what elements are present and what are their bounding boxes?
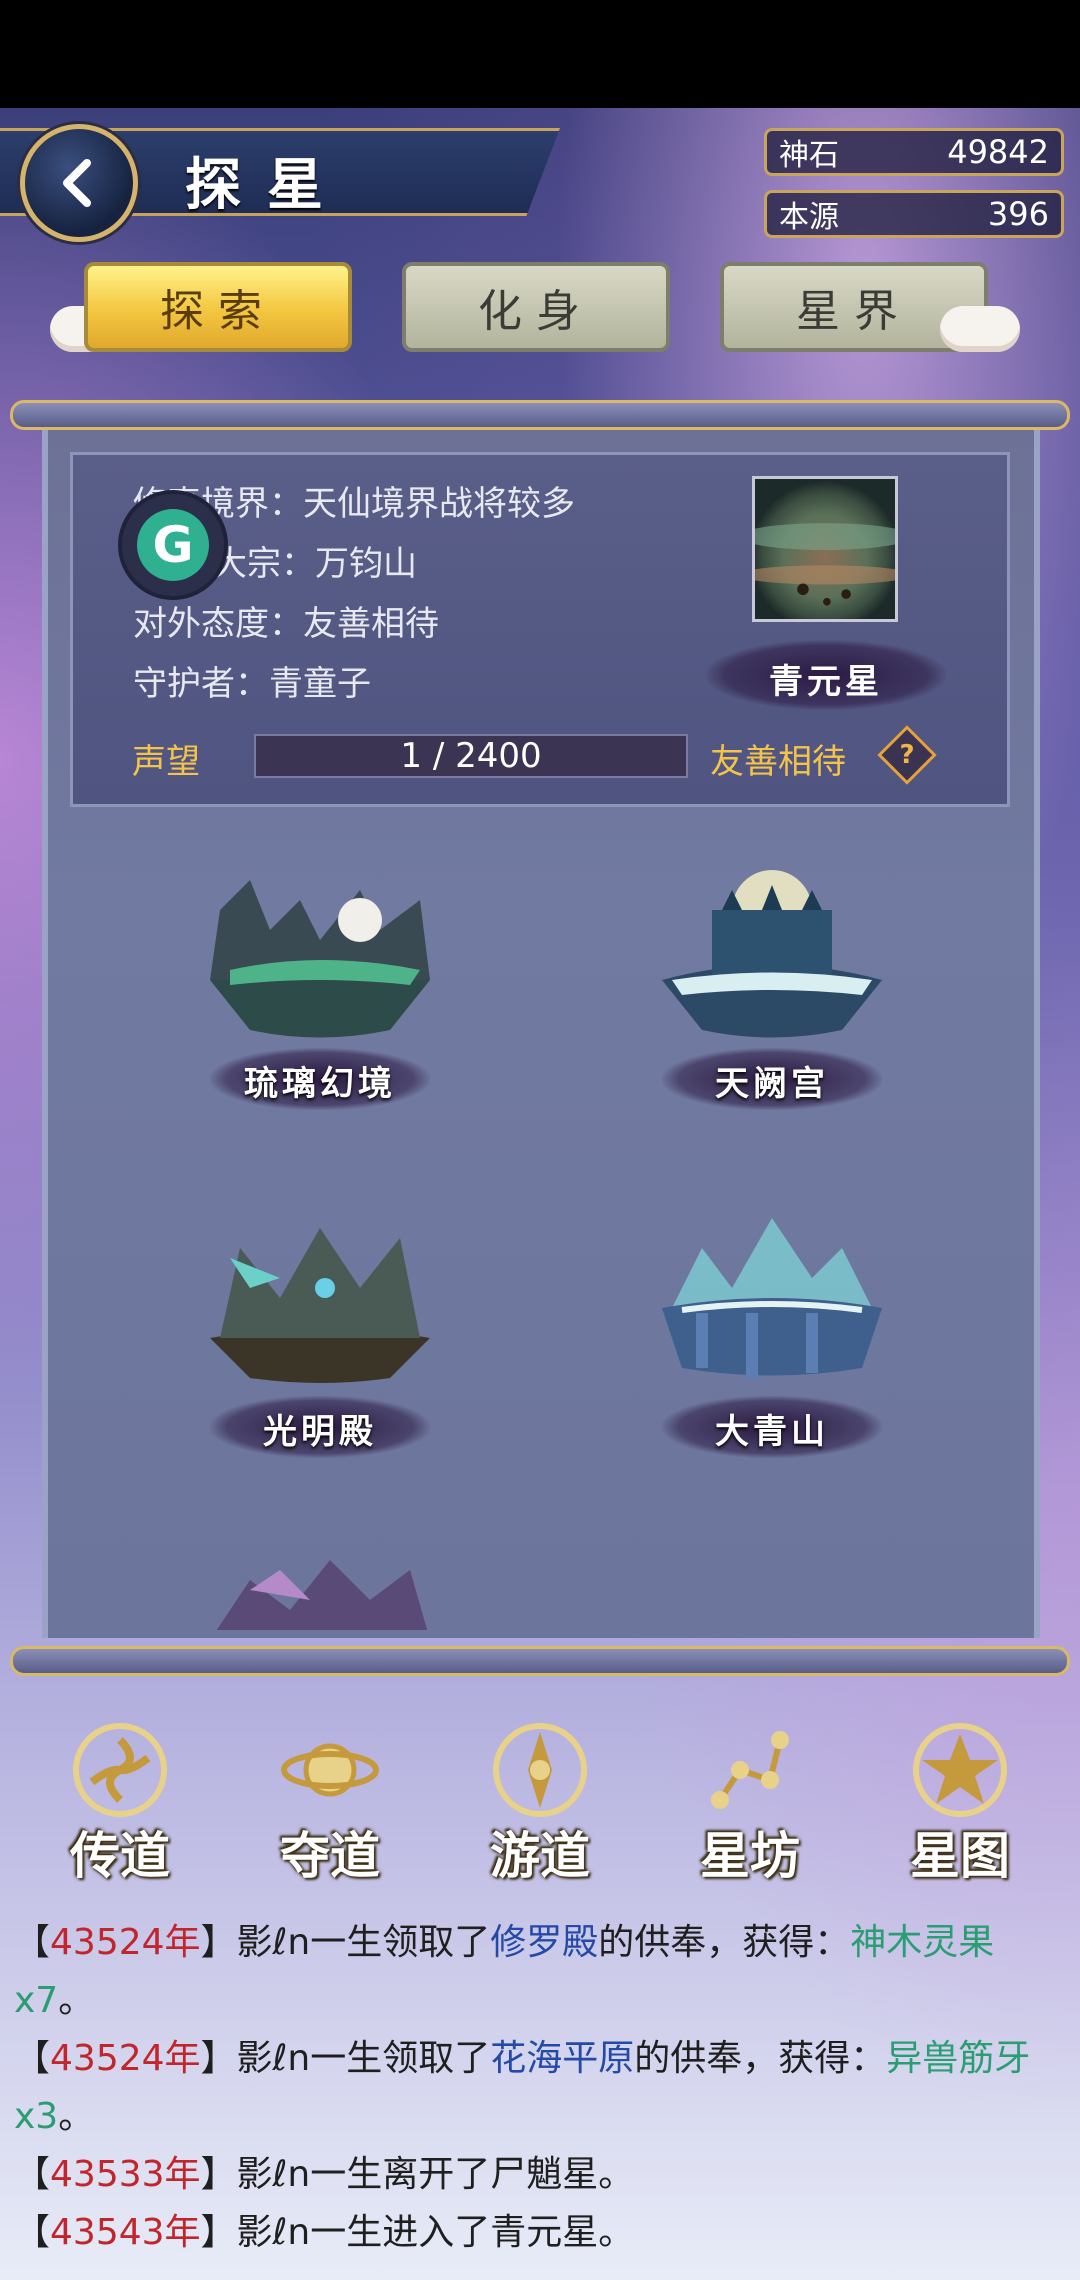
compass-icon <box>493 1723 587 1817</box>
planet-image <box>752 476 898 622</box>
event-log: 【43524年】影ℓn一生领取了修罗殿的供奉，获得：神木灵果x7。 【43524… <box>14 1914 1064 2262</box>
cloud-decoration <box>940 306 1020 352</box>
log-entry: 【43524年】影ℓn一生领取了修罗殿的供奉，获得：神木灵果x7。 <box>14 1922 995 2021</box>
location-daqing[interactable]: 大青山 <box>622 1178 922 1458</box>
floating-island-icon <box>662 870 882 1038</box>
location-label: 天阙宫 <box>715 1064 829 1104</box>
log-year: 43524年 <box>50 2038 201 2079</box>
reputation-bar: 1 / 2400 <box>254 734 688 778</box>
location-tianque[interactable]: 天阙宫 <box>622 830 922 1110</box>
triskelion-icon <box>73 1723 167 1817</box>
location-liuli[interactable]: 琉璃幻境 <box>170 830 470 1110</box>
info-guardian: 守护者：青童子 <box>133 664 371 704</box>
log-year: 43524年 <box>50 1922 201 1963</box>
app-root: 探星 神石 49842 本源 396 探索 化身 星界 修真境界：天仙境界战将较… <box>0 0 1080 2280</box>
nav-label: 星图 <box>910 1826 1010 1885</box>
info-attitude: 对外态度：友善相待 <box>133 604 439 644</box>
info-sect: 大宗：万钧山 <box>213 544 417 584</box>
reputation-value: 1 / 2400 <box>400 736 542 776</box>
status-bar <box>0 0 1080 108</box>
tab-explore[interactable]: 探索 <box>84 262 352 352</box>
currency-label: 本源 <box>779 200 839 235</box>
log-place: 修罗殿 <box>490 1922 599 1963</box>
planet-icon <box>755 523 895 606</box>
location-label: 光明殿 <box>263 1412 377 1452</box>
location-guangming[interactable]: 光明殿 <box>170 1178 470 1458</box>
log-entry: 【43533年】影ℓn一生离开了尸魈星。 <box>14 2154 635 2195</box>
nav-xingfang[interactable]: 星坊 <box>680 1720 820 1890</box>
log-entry: 【43524年】影ℓn一生领取了花海平原的供奉，获得：异兽筋牙x3。 <box>14 2038 1031 2137</box>
star-map-icon <box>913 1723 1007 1817</box>
location-label: 大青山 <box>715 1412 829 1452</box>
nav-label: 游道 <box>490 1826 590 1885</box>
scroll-rod-bottom <box>10 1646 1070 1676</box>
nav-label: 传道 <box>70 1826 170 1885</box>
currency-value: 396 <box>987 195 1049 233</box>
currency-shenshi: 神石 49842 <box>764 128 1064 176</box>
scroll-rod-top <box>10 400 1070 430</box>
log-year: 43543年 <box>50 2212 201 2253</box>
floating-g-badge[interactable]: G <box>118 490 228 600</box>
tab-avatar[interactable]: 化身 <box>402 262 670 352</box>
currency-benyuan: 本源 396 <box>764 190 1064 238</box>
nav-label: 夺道 <box>280 1826 380 1885</box>
nav-youdao[interactable]: 游道 <box>470 1720 610 1890</box>
floating-island-icon <box>662 1218 882 1378</box>
question-mark: ? <box>899 740 915 770</box>
floating-island-icon <box>210 880 430 1038</box>
currency-label: 神石 <box>779 138 839 173</box>
g-logo-icon: G <box>137 509 209 581</box>
nav-chuandao[interactable]: 传道 <box>50 1720 190 1890</box>
planet-name: 青元星 <box>769 662 883 702</box>
page-title: 探星 <box>185 152 349 218</box>
nav-label: 星坊 <box>700 1826 800 1885</box>
nav-duodao[interactable]: 夺道 <box>260 1720 400 1890</box>
log-year: 43533年 <box>50 2154 201 2195</box>
back-button[interactable] <box>20 124 138 242</box>
floating-island-icon <box>210 1228 430 1383</box>
log-place: 花海平原 <box>490 2038 635 2079</box>
reputation-status: 友善相待 <box>710 742 846 782</box>
nav-xingtu[interactable]: 星图 <box>890 1720 1030 1890</box>
orbit-icon <box>281 1743 379 1797</box>
currency-value: 49842 <box>947 133 1049 171</box>
log-entry: 【43543年】影ℓn一生进入了青元星。 <box>14 2212 635 2253</box>
constellation-icon <box>711 1731 789 1809</box>
floating-island-icon <box>216 1560 428 1630</box>
back-arrow-icon <box>63 159 91 207</box>
location-label: 琉璃幻境 <box>244 1064 396 1104</box>
reputation-label: 声望 <box>132 742 200 782</box>
location-partial[interactable] <box>170 1510 470 1630</box>
